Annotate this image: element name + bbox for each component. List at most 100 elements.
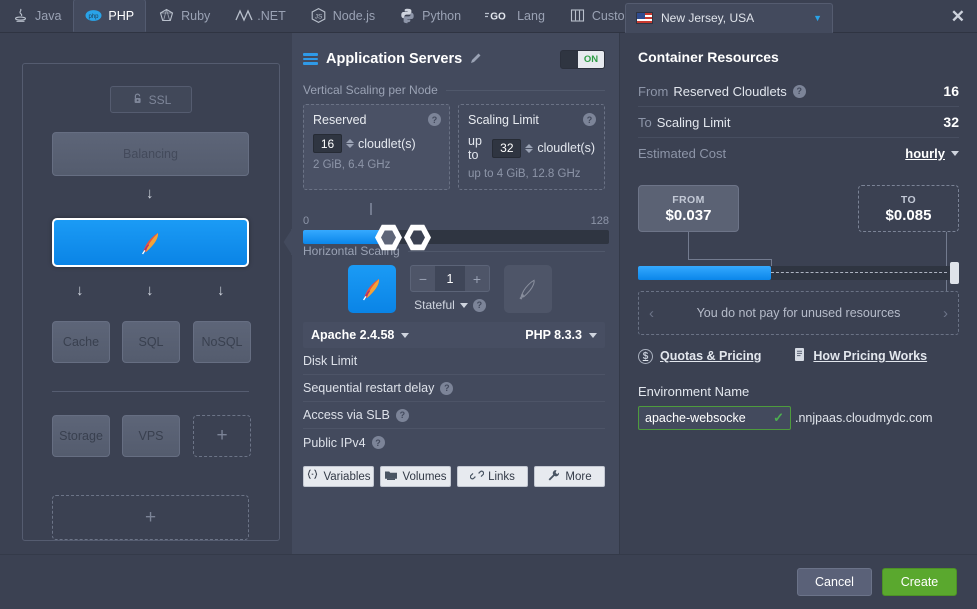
cloudlet-slider[interactable]	[303, 224, 609, 251]
row-label: Reserved Cloudlets	[673, 83, 787, 99]
reserved-stepper[interactable]	[346, 139, 354, 148]
cloudlet-slider-area: 0 128	[303, 203, 609, 251]
menu-icon[interactable]	[303, 53, 318, 65]
price-max-handle[interactable]	[950, 262, 959, 284]
help-icon[interactable]: ?	[792, 84, 806, 98]
node-label: Storage	[59, 429, 103, 443]
variables-button[interactable]: Variables	[303, 466, 374, 487]
close-icon[interactable]: ✕	[951, 7, 965, 27]
tab-go-lang[interactable]: GO Lang	[473, 0, 557, 32]
environment-name-input[interactable]: apache-websocke ✓	[638, 406, 791, 430]
detail-prefix: up to	[468, 168, 494, 180]
unit-label: cloudlet(s)	[358, 136, 416, 151]
topology-node-cache[interactable]: Cache	[52, 321, 110, 363]
topology-node-nosql[interactable]: NoSQL	[193, 321, 251, 363]
add-region-button[interactable]: +	[52, 495, 249, 540]
scaling-limit-input[interactable]: 32	[492, 138, 522, 158]
wrench-icon	[547, 469, 561, 484]
slider-max: 128	[590, 215, 609, 227]
quotas-and-pricing-link[interactable]: $ Quotas & Pricing	[638, 348, 761, 364]
cancel-button[interactable]: Cancel	[797, 568, 872, 596]
tab-label: Java	[35, 8, 62, 23]
runtime-version-dropdown[interactable]: PHP 8.3.3	[525, 328, 597, 342]
tab-python[interactable]: Python	[387, 0, 473, 32]
volumes-button[interactable]: Volumes	[380, 466, 451, 487]
price-from-card[interactable]: FROM $0.037	[638, 185, 739, 232]
topology-node-vps[interactable]: VPS	[122, 415, 180, 457]
chevron-down-icon[interactable]	[589, 332, 597, 338]
add-stack-icon[interactable]	[504, 265, 552, 313]
vertical-scaling-header: Vertical Scaling per Node	[303, 83, 605, 97]
link-label: How Pricing Works	[813, 349, 928, 363]
how-pricing-works-link[interactable]: How Pricing Works	[793, 347, 927, 365]
cost-period-dropdown[interactable]: hourly	[905, 146, 959, 161]
tab-label: .NET	[257, 8, 286, 23]
tab-java[interactable]: Java	[0, 0, 73, 32]
go-icon: GO	[485, 7, 511, 24]
tab-label: Node.js	[332, 8, 376, 23]
help-icon[interactable]: ?	[440, 381, 454, 395]
chevron-down-icon[interactable]	[459, 302, 468, 308]
arrow-down-icon: ↓	[217, 282, 225, 299]
links-button[interactable]: Links	[457, 466, 528, 487]
increment-button[interactable]: +	[465, 266, 489, 291]
reserved-cloudlets-card[interactable]: ? Reserved 16 cloudlet(s) 2 GiB, 6.4 GHz	[303, 104, 450, 190]
help-icon[interactable]: ?	[395, 408, 409, 422]
panel-power-toggle[interactable]: ON	[560, 49, 605, 69]
region-selector-tab[interactable]: New Jersey, USA ▼	[625, 3, 833, 33]
topology-node-sql[interactable]: SQL	[122, 321, 180, 363]
chevron-down-icon[interactable]	[401, 332, 410, 338]
add-node-button[interactable]: +	[193, 415, 251, 457]
divider	[445, 89, 605, 91]
chevron-down-icon[interactable]: ▼	[813, 13, 822, 23]
options-list: Disk Limit 200 GB Sequential restart del…	[303, 66, 977, 587]
node-count-stepper[interactable]: − 1 +	[410, 265, 490, 292]
topology-divider	[52, 391, 249, 392]
decrement-button[interactable]: −	[411, 266, 435, 291]
reserved-cloudlets-input[interactable]: 16	[313, 134, 342, 153]
help-icon[interactable]: ?	[472, 298, 486, 312]
carousel-text: You do not pay for unused resources	[696, 306, 901, 320]
help-icon[interactable]: ?	[428, 113, 441, 126]
braces-icon	[306, 469, 319, 484]
tab-nodejs[interactable]: JS Node.js	[298, 0, 387, 32]
card-title: Reserved	[313, 113, 367, 127]
help-icon[interactable]: ?	[583, 113, 596, 126]
primary-stack-icon[interactable]	[348, 265, 396, 313]
ssl-toggle-tab[interactable]: SSL	[110, 86, 192, 113]
java-icon	[12, 7, 29, 24]
selected-node-pointer	[283, 229, 292, 255]
node-label: NoSQL	[201, 335, 243, 349]
node-count-value[interactable]: 1	[435, 266, 465, 291]
button-label: Links	[488, 470, 515, 483]
carousel-prev-button[interactable]: ‹	[649, 305, 654, 322]
price-range-bar[interactable]	[638, 262, 959, 284]
engine-version-dropdown[interactable]: Apache 2.4.58	[311, 328, 410, 342]
tab-php[interactable]: php PHP	[73, 0, 147, 32]
runtime-version-label: PHP 8.3.3	[525, 328, 582, 342]
option-label: Sequential restart delay	[303, 381, 435, 395]
help-icon[interactable]: ?	[371, 436, 385, 449]
topology-node-balancing[interactable]: Balancing	[52, 132, 249, 176]
chevron-down-icon[interactable]	[951, 151, 959, 156]
node-label: VPS	[138, 429, 164, 443]
more-button[interactable]: More	[534, 466, 605, 487]
scaling-limit-stepper[interactable]	[525, 143, 534, 153]
tab-ruby[interactable]: Ruby	[146, 0, 222, 32]
pencil-icon[interactable]	[470, 52, 482, 67]
stateful-dropdown[interactable]: Stateful ?	[410, 298, 490, 312]
scaling-limit-card[interactable]: ? Scaling Limit up to 32 cloudlet(s) up …	[458, 104, 605, 190]
toggle-label: ON	[578, 50, 604, 68]
create-button[interactable]: Create	[882, 568, 957, 596]
price-to-card[interactable]: TO $0.085	[858, 185, 959, 232]
engine-version-label: Apache 2.4.58	[311, 328, 395, 342]
carousel-next-button[interactable]: ›	[943, 305, 948, 322]
topology-node-application-servers[interactable]	[52, 218, 249, 267]
balancing-label: Balancing	[123, 147, 178, 161]
tab-dotnet[interactable]: .NET	[222, 0, 297, 32]
topology-node-storage[interactable]: Storage	[52, 415, 110, 457]
node-label: SQL	[138, 335, 164, 349]
price-from-caption: FROM	[672, 193, 705, 206]
button-label: Volumes	[402, 470, 447, 483]
row-from-reserved-cloudlets: From Reserved Cloudlets ? 16	[638, 76, 959, 107]
